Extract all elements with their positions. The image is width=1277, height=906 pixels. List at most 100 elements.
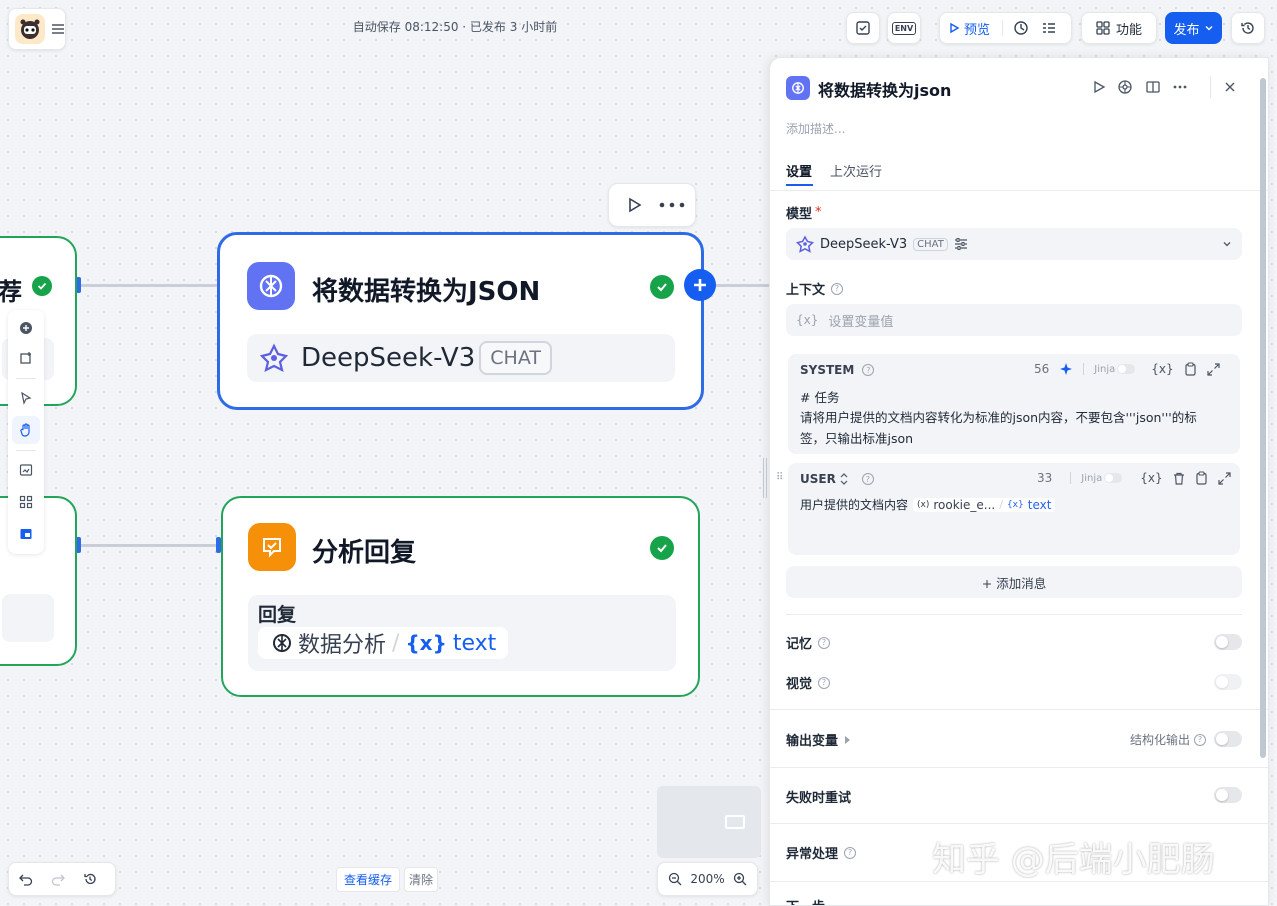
memory-toggle[interactable]	[1214, 634, 1242, 650]
minimap[interactable]	[657, 786, 761, 858]
llm-node-icon	[786, 76, 810, 100]
retry-toggle[interactable]	[1214, 787, 1242, 803]
add-node-icon[interactable]	[12, 314, 40, 342]
system-prompt-editor[interactable]: SYSTEM ? 56 Jinja {x} # 任务 请将用户提供的文档内容转化…	[788, 354, 1240, 454]
workflow-history-icon[interactable]	[83, 872, 97, 886]
copy-icon[interactable]	[1195, 471, 1208, 485]
export-image-icon[interactable]	[12, 456, 40, 484]
zoom-level: 200%	[690, 872, 725, 886]
reply-variable-tag[interactable]: 数据分析 / {x} text	[258, 627, 509, 659]
reply-label: 回复	[258, 604, 297, 626]
panel-scrollbar[interactable]	[1260, 78, 1266, 758]
node-model-pill: DeepSeek-V3 CHAT	[247, 334, 675, 382]
menu-icon[interactable]	[51, 23, 65, 35]
features-label: 功能	[1115, 22, 1142, 38]
vision-label: 视觉	[786, 677, 813, 692]
panel-resize-handle[interactable]	[763, 458, 767, 498]
zoom-out-icon[interactable]	[668, 872, 682, 886]
view-cache-button[interactable]: 查看缓存	[336, 866, 401, 892]
expand-icon[interactable]	[1207, 362, 1220, 376]
preview-button[interactable]: 预览	[948, 19, 990, 38]
redo-icon[interactable]	[51, 872, 65, 886]
left-node-title: 荐	[0, 278, 22, 306]
help-icon: ?	[1194, 733, 1207, 746]
add-message-button[interactable]: + 添加消息	[786, 566, 1242, 598]
success-check-icon	[650, 275, 674, 299]
insert-variable-icon[interactable]: {x}	[1151, 362, 1173, 376]
help-circle-icon[interactable]	[1118, 80, 1132, 94]
tab-last-run[interactable]: 上次运行	[830, 161, 882, 180]
more-icon[interactable]	[1173, 85, 1187, 89]
expand-icon[interactable]	[1218, 471, 1231, 485]
features-button[interactable]: 功能	[1081, 12, 1157, 44]
undo-icon[interactable]	[19, 872, 33, 886]
context-placeholder: 设置变量值	[828, 314, 894, 330]
pointer-icon[interactable]	[12, 384, 40, 412]
user-prompt-text: 用户提供的文档内容	[800, 498, 909, 512]
model-selector[interactable]: DeepSeek-V3 CHAT	[786, 228, 1242, 260]
edge-left-to-json	[78, 284, 220, 287]
retry-label: 失败时重试	[786, 791, 852, 806]
split-view-icon[interactable]	[1146, 80, 1160, 94]
var-source: rookie_e...	[933, 497, 996, 512]
node-analysis[interactable]: 分析回复 回复 数据分析 / {x} text	[221, 496, 700, 697]
minimap-toggle-icon[interactable]	[12, 520, 40, 548]
user-prompt-content: 用户提供的文档内容 (x) rookie_e... / {x} text	[800, 496, 1056, 513]
deepseek-icon	[796, 235, 814, 253]
error-handling-label: 异常处理	[786, 847, 839, 862]
output-variables-row[interactable]: 输出变量	[786, 730, 851, 749]
sort-icon[interactable]	[840, 473, 848, 485]
zoom-in-icon[interactable]	[733, 872, 747, 886]
jinja-toggle[interactable]: Jinja	[1081, 473, 1123, 484]
close-icon[interactable]	[1224, 81, 1236, 93]
tab-settings[interactable]: 设置	[786, 161, 812, 180]
jinja-toggle[interactable]: Jinja	[1094, 364, 1136, 375]
clear-cache-button[interactable]: 清除	[404, 866, 439, 892]
organize-blocks-icon[interactable]	[12, 488, 40, 516]
structured-output-toggle[interactable]	[1214, 731, 1242, 747]
insert-variable-icon[interactable]: {x}	[1140, 471, 1162, 485]
variables-icon[interactable]	[1041, 20, 1057, 36]
node-model-name: DeepSeek-V3	[301, 343, 476, 373]
app-logo-menu[interactable]	[8, 8, 66, 50]
vision-row: 视觉 ?	[786, 673, 831, 692]
vision-toggle[interactable]	[1214, 674, 1242, 690]
add-note-icon[interactable]	[12, 344, 40, 372]
panel-title[interactable]: 将数据转换为json	[818, 77, 951, 101]
jinja-switch[interactable]	[1104, 473, 1123, 483]
user-token-count: 33	[1037, 471, 1053, 485]
run-node-icon[interactable]	[1092, 80, 1106, 94]
autosave-status: 自动保存 08:12:50 · 已发布 3 小时前	[352, 20, 558, 34]
jinja-switch[interactable]	[1117, 364, 1136, 374]
context-variable-input[interactable]: {x} 设置变量值	[786, 304, 1242, 336]
checklist-button[interactable]	[846, 12, 880, 44]
user-role-label[interactable]: USER	[800, 472, 836, 486]
model-params-icon[interactable]	[954, 237, 968, 251]
help-icon: ?	[861, 473, 874, 485]
publish-button[interactable]: 发布	[1165, 12, 1222, 44]
context-field-label: 上下文 ?	[786, 279, 844, 298]
add-next-node-button[interactable]	[684, 269, 716, 301]
var-name: text	[452, 630, 497, 656]
checklist-icon	[856, 21, 870, 35]
error-handling-row[interactable]: 异常处理 ?	[786, 843, 857, 862]
system-prompt-line2: 请将用户提供的文档内容转化为标准的json内容，不要包含'''json'''的标…	[800, 410, 1197, 446]
copy-icon[interactable]	[1184, 362, 1197, 376]
sparkle-icon[interactable]	[1059, 362, 1073, 376]
description-input[interactable]: 添加描述...	[786, 120, 845, 137]
user-prompt-editor[interactable]: USER ? 33 Jinja {x} 用户提供的文档内容 (x) rookie…	[788, 463, 1240, 555]
hand-tool-icon[interactable]	[12, 416, 40, 444]
delete-icon[interactable]	[1173, 472, 1185, 485]
env-button[interactable]: ENV	[887, 12, 921, 44]
run-node-icon[interactable]	[625, 196, 643, 214]
variable-icon: {x}	[405, 631, 447, 655]
var-source: 数据分析	[298, 633, 387, 658]
drag-handle-icon[interactable]: ⠿	[776, 472, 783, 483]
run-history-icon[interactable]	[1013, 20, 1029, 36]
chevron-down-icon	[1205, 26, 1212, 31]
version-history-button[interactable]	[1231, 12, 1265, 44]
more-icon[interactable]	[659, 202, 685, 208]
user-variable-tag[interactable]: (x) rookie_e... / {x} text	[913, 497, 1056, 512]
node-json[interactable]: 将数据转换为JSON DeepSeek-V3 CHAT	[217, 232, 704, 410]
app-logo-icon	[15, 14, 45, 44]
